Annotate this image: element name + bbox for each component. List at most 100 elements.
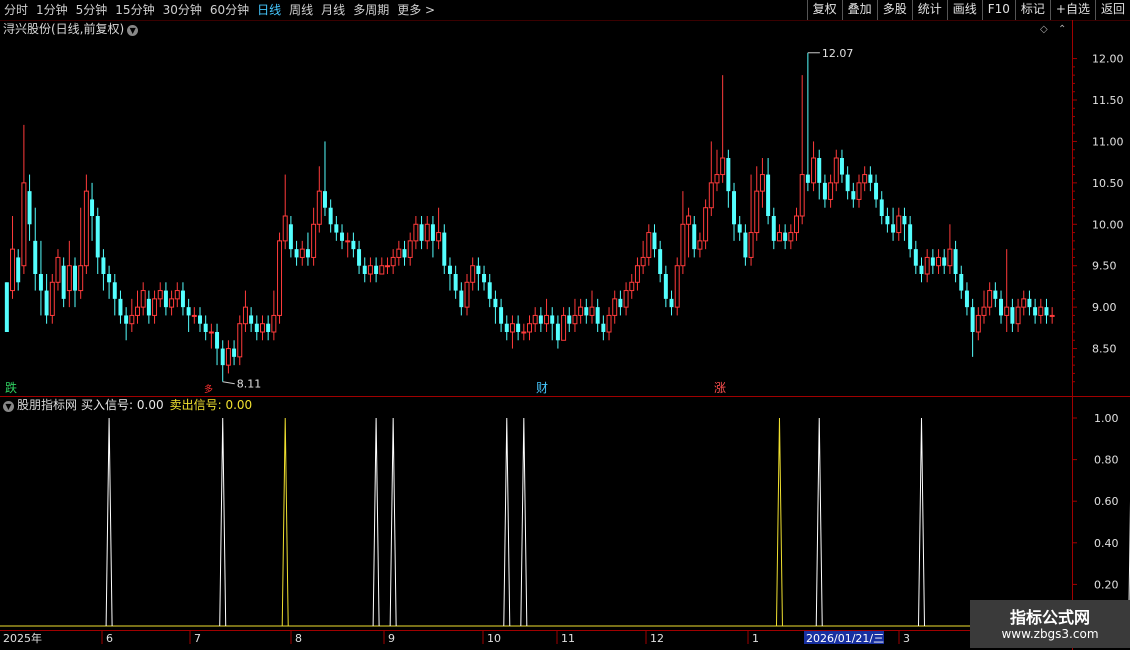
stock-title[interactable]: 浔兴股份(日线,前复权) ▼	[3, 21, 139, 37]
marker-cai: 财	[536, 381, 548, 395]
candle-body	[1044, 307, 1049, 316]
candle-body	[362, 265, 367, 274]
candle-body	[55, 256, 61, 283]
candle-body	[225, 348, 231, 366]
high-price-label: 12.07	[822, 47, 854, 60]
candle-body	[817, 158, 822, 183]
candle-body	[737, 224, 742, 233]
kline-chart: 12.00 11.50 11.00 10.50 10.00 9.50 9.00 8.50 1.0…	[0, 20, 1130, 650]
time-tick-label: 10	[487, 632, 501, 645]
tool-button-3[interactable]: 统计	[911, 0, 947, 20]
candle-body	[504, 323, 509, 332]
candle-body	[198, 315, 202, 324]
price-tick-label: 10.00	[1092, 218, 1124, 231]
candle-body	[470, 265, 476, 283]
candle-body	[254, 323, 259, 332]
tool-button-1[interactable]: 叠加	[841, 0, 877, 20]
candle-body	[942, 257, 947, 266]
candle-body	[38, 274, 43, 291]
tool-button-5[interactable]: F10	[981, 0, 1015, 20]
candle-body	[851, 191, 856, 200]
price-tick-label: 9.00	[1092, 301, 1117, 314]
chevron-down-icon[interactable]: ▼	[3, 401, 14, 412]
candle-body	[101, 257, 106, 274]
tool-button-6[interactable]: 标记	[1014, 0, 1050, 20]
candle-body	[61, 265, 66, 299]
candle-body	[589, 306, 595, 316]
chevron-up-icon[interactable]: ⌃	[1058, 24, 1066, 35]
tool-button-7[interactable]: +自选	[1049, 0, 1095, 20]
candle-body	[1038, 306, 1044, 316]
candle-body	[396, 248, 402, 258]
watermark-url: www.zbgs3.com	[1001, 627, 1099, 641]
candle-body	[215, 332, 220, 349]
candle-body	[447, 265, 452, 274]
candle-body	[140, 290, 146, 308]
candle-body	[288, 224, 293, 250]
period-tab-8[interactable]: 月线	[317, 0, 349, 20]
candle-body	[436, 232, 442, 242]
period-tab-5[interactable]: 60分钟	[206, 0, 253, 20]
buy-signal-label: 买入信号: 0.00	[81, 398, 164, 412]
candle-body	[743, 232, 748, 258]
candle-body	[379, 265, 385, 275]
candle-body	[129, 314, 135, 325]
candle-body	[83, 190, 89, 267]
candle-body	[27, 191, 32, 225]
candle-body	[49, 281, 55, 316]
candle-body	[874, 182, 879, 200]
candle-body	[629, 281, 635, 292]
candle-body	[776, 232, 782, 242]
candle-body	[930, 257, 935, 266]
diamond-icon[interactable]: ◇	[1040, 24, 1048, 35]
candle-body	[623, 290, 629, 308]
tool-button-2[interactable]: 多股	[876, 0, 912, 20]
ind-tick-label: 0.20	[1094, 578, 1119, 591]
candle-body	[970, 307, 975, 332]
candle-body	[112, 282, 117, 299]
price-tick-label: 11.00	[1092, 135, 1124, 148]
sell-signal-spike	[281, 417, 289, 627]
candle-body	[402, 249, 407, 258]
candle-body	[527, 323, 532, 333]
period-tab-1[interactable]: 1分钟	[32, 0, 72, 20]
candle-body	[703, 207, 709, 242]
chevron-down-icon[interactable]: ▼	[127, 25, 139, 36]
period-tab-9[interactable]: 多周期	[349, 0, 393, 20]
candle-body	[345, 240, 351, 243]
buy-signal-spike	[503, 417, 511, 627]
candle-body	[1049, 314, 1055, 317]
candle-body	[993, 290, 998, 299]
period-tab-0[interactable]: 分时	[0, 0, 32, 20]
candle-body	[686, 215, 692, 225]
candle-body	[367, 265, 373, 275]
candle-body	[305, 249, 310, 258]
candle-body	[271, 314, 277, 333]
candle-body	[316, 190, 322, 225]
candle-body	[788, 232, 794, 242]
candle-body	[90, 199, 95, 216]
time-tick-label: 3	[903, 632, 910, 645]
candle-body	[464, 281, 470, 308]
candle-body	[538, 315, 543, 324]
tool-button-0[interactable]: 复权	[806, 0, 842, 20]
tool-button-4[interactable]: 画线	[946, 0, 982, 20]
candle-body	[390, 256, 396, 267]
period-tab-3[interactable]: 15分钟	[111, 0, 158, 20]
period-tab-2[interactable]: 5分钟	[72, 0, 112, 20]
candle-body	[561, 314, 567, 341]
period-tab-10[interactable]: 更多 >	[393, 0, 439, 20]
candle-body	[862, 174, 868, 184]
ind-tick-label: 0.40	[1094, 537, 1119, 550]
indicator-name: 股朋指标网	[17, 398, 78, 412]
tool-button-8[interactable]: 返回	[1094, 0, 1130, 20]
period-tab-4[interactable]: 30分钟	[159, 0, 206, 20]
candle-body	[532, 314, 538, 325]
period-nav: 分时 1分钟 5分钟 15分钟 30分钟 60分钟 日线 周线 月线 多周期 更多 >	[0, 0, 439, 20]
candle-body	[544, 314, 550, 325]
date-cursor-box	[804, 631, 884, 644]
candle-body	[413, 223, 419, 242]
period-tab-6[interactable]: 日线	[253, 0, 285, 20]
candle-body	[595, 307, 600, 324]
period-tab-7[interactable]: 周线	[285, 0, 317, 20]
